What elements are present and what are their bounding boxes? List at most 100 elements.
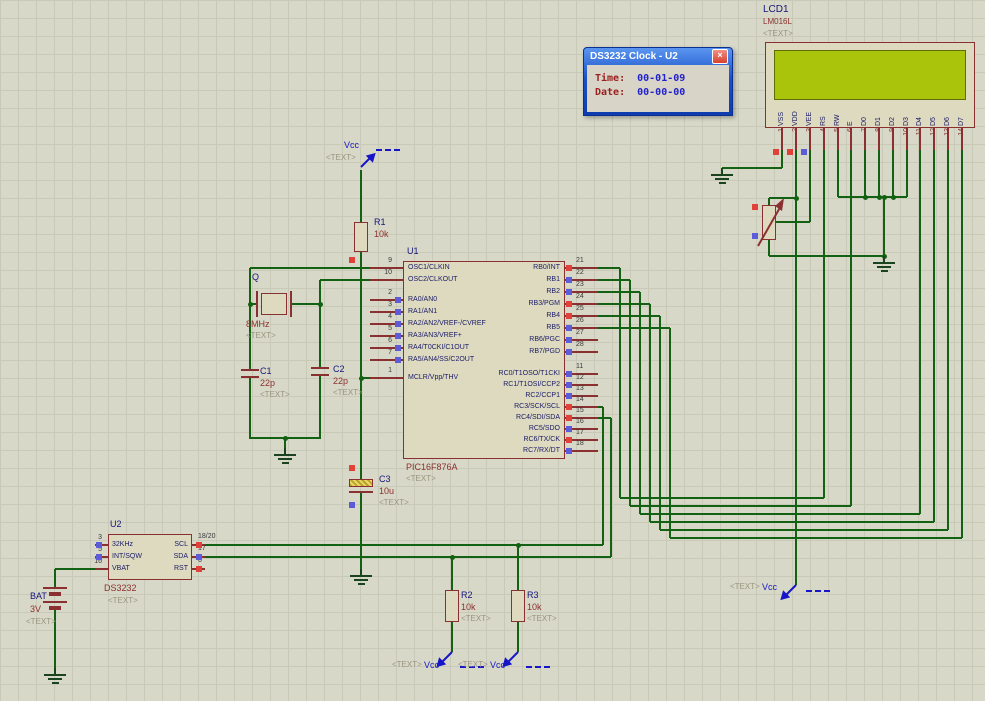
u1-pin-number: 28 <box>576 341 584 348</box>
junction-dot <box>318 302 323 307</box>
u1-pin-name: RC6/TX/CK <box>523 436 560 443</box>
r3-resistor[interactable] <box>511 590 525 622</box>
date-label: Date: <box>595 87 626 98</box>
c2-text-placeholder: <TEXT> <box>333 388 363 397</box>
pin-state-indicator <box>196 566 202 572</box>
ground-icon <box>350 575 372 577</box>
lcd-pin-name: D5 <box>930 117 937 126</box>
wire-segment <box>598 267 620 269</box>
wire-segment <box>883 197 885 256</box>
vcc-label-lcd: Vcc <box>762 582 778 592</box>
wire-segment <box>837 150 839 197</box>
pin-state-indicator <box>349 502 355 508</box>
u1-pin-number: 4 <box>388 313 392 320</box>
ground-icon <box>358 583 365 585</box>
close-icon[interactable]: × <box>712 49 728 64</box>
vcc-dashes <box>376 149 400 151</box>
q-crystal[interactable] <box>261 293 287 315</box>
wire-segment <box>878 150 880 197</box>
lcd-screen <box>774 50 966 100</box>
u1-pin-number: 22 <box>576 269 584 276</box>
ground-icon <box>881 270 888 272</box>
pin-state-indicator <box>395 357 401 363</box>
c1-capacitor[interactable] <box>241 369 259 371</box>
lcd-part-label: LM016L <box>763 17 792 26</box>
vcc-label-r2: Vcc <box>424 660 440 670</box>
wire-segment <box>319 280 321 367</box>
ground-icon <box>278 458 292 460</box>
junction-dot <box>863 195 868 200</box>
u1-pin-number: 9 <box>388 257 392 264</box>
pin-state-indicator <box>566 437 572 443</box>
u1-pin-name: RB5 <box>546 324 560 331</box>
junction-dot <box>248 302 253 307</box>
u1-pin-number: 1 <box>388 367 392 374</box>
lcd-pin-name: VSS <box>778 111 785 126</box>
lcd-pin-number: 11 <box>916 128 923 136</box>
time-label: Time: <box>595 73 626 84</box>
lcd-text-placeholder: <TEXT> <box>763 29 793 38</box>
lcd-pin-number: 12 <box>930 128 937 136</box>
vcc-dashes <box>526 666 550 668</box>
u1-pin-number: 27 <box>576 329 584 336</box>
u2-pin-name: SCL <box>174 541 188 548</box>
bat-ref-label: BAT <box>30 591 47 601</box>
u1-pin-number: 6 <box>388 337 392 344</box>
c3-capacitor[interactable] <box>349 479 373 487</box>
date-value: 00-00-00 <box>637 87 686 98</box>
pin-state-indicator <box>566 426 572 432</box>
r1-resistor[interactable] <box>354 222 368 252</box>
wire-segment <box>598 291 640 293</box>
c2-value-label: 22p <box>333 376 349 386</box>
r3-ref-label: R3 <box>527 590 539 600</box>
pot-wiper-arrow-icon <box>757 198 784 247</box>
pin-state-indicator <box>566 313 572 319</box>
u1-pin-name: RB1 <box>546 276 560 283</box>
u1-pin-name: RC4/SDI/SDA <box>516 414 560 421</box>
popup-titlebar[interactable]: DS3232 Clock - U2 × <box>587 48 729 65</box>
ground-icon <box>354 579 368 581</box>
pin-state-indicator <box>395 309 401 315</box>
u1-pin-number: 17 <box>576 429 584 436</box>
lcd-pin-number: 13 <box>944 128 951 136</box>
lcd-pin-number: 2 <box>792 128 799 132</box>
pin-state-indicator <box>395 297 401 303</box>
ground-icon <box>711 174 733 176</box>
pin-state-indicator <box>566 337 572 343</box>
vcc-text-r3: <TEXT> <box>458 660 488 669</box>
c1-text-placeholder: <TEXT> <box>260 390 290 399</box>
u1-pin-name: RB7/PGD <box>529 348 560 355</box>
r2-resistor[interactable] <box>445 590 459 622</box>
wire-segment <box>640 513 920 515</box>
wire-segment <box>961 150 963 538</box>
lcd-pin-name: D0 <box>861 117 868 126</box>
u2-pin-number: 3 <box>98 534 102 541</box>
wire-segment <box>610 418 612 557</box>
u1-pin-number: 7 <box>388 349 392 356</box>
ground-icon <box>48 678 62 680</box>
wire-segment <box>823 150 825 498</box>
u2-pin-number: 17 <box>198 545 206 552</box>
wire-segment <box>864 150 866 197</box>
lcd-pin-number: 1 <box>778 128 785 132</box>
schematic-canvas[interactable]: U1 PIC16F876A <TEXT> U2 DS3232 <TEXT> LC… <box>0 0 985 701</box>
pin-stub <box>370 377 403 379</box>
bat-text-placeholder: <TEXT> <box>26 617 56 626</box>
pin-state-indicator <box>196 542 202 548</box>
rtc-clock-popup[interactable]: DS3232 Clock - U2 × Time: 00-01-09 Date: 0… <box>583 47 733 116</box>
popup-title: DS3232 Clock - U2 <box>590 51 678 62</box>
lcd-ref-label: LCD1 <box>763 4 789 15</box>
c1-capacitor-plate <box>241 376 259 378</box>
u1-pin-name: RC2/CCP1 <box>525 392 560 399</box>
bat-battery[interactable] <box>43 587 67 589</box>
q-value-label: 8MHz <box>246 319 270 329</box>
crystal-plate-right <box>290 291 292 317</box>
lcd-pin-number: 7 <box>861 128 868 132</box>
bat-plate-short-2 <box>49 606 61 610</box>
c2-capacitor[interactable] <box>311 367 329 369</box>
c3-ref-label: C3 <box>379 474 391 484</box>
wire-segment <box>670 537 962 539</box>
u1-pin-name: RC3/SCK/SCL <box>514 403 560 410</box>
wire-segment <box>205 556 611 558</box>
wire-segment <box>54 569 56 587</box>
